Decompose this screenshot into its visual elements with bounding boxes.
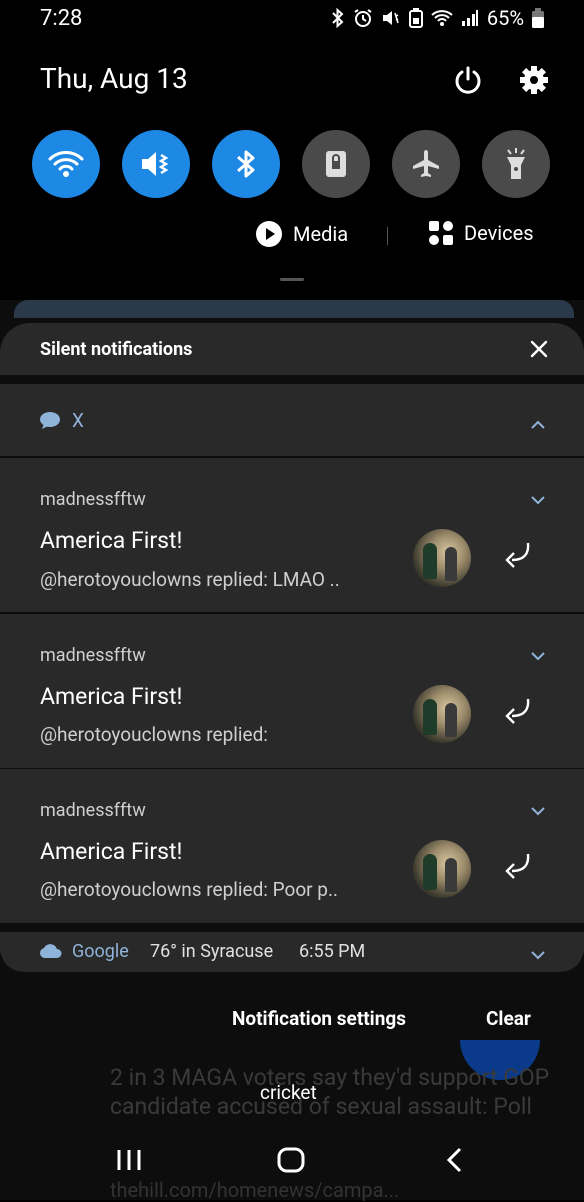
weather-text: 76° in Syracuse [150, 941, 274, 962]
notification-title: America First! [40, 683, 183, 710]
chat-bubble-icon [39, 410, 61, 434]
home-icon[interactable] [276, 1146, 306, 1174]
power-button[interactable] [448, 60, 488, 100]
background-url: thehill.com/homenews/campa... [110, 1178, 400, 1202]
flashlight-tile[interactable] [482, 130, 550, 198]
close-icon [530, 340, 548, 358]
avatar [413, 840, 471, 898]
power-icon [455, 66, 481, 94]
backdrop-strip [14, 300, 574, 318]
mute-status-icon [381, 8, 401, 28]
google-app-name: Google [72, 941, 129, 962]
x-group-header[interactable] [0, 384, 584, 456]
navigation-bar [0, 1140, 584, 1180]
media-divider [387, 227, 388, 245]
bluetooth-icon [237, 150, 255, 178]
notification-app-name: madnessfftw [40, 489, 146, 510]
silent-title: Silent notifications [40, 339, 193, 360]
avatar [413, 685, 471, 743]
panel-handle[interactable] [280, 278, 304, 281]
x-group-label: X [72, 409, 84, 432]
lock-icon [326, 151, 346, 177]
devices-label: Devices [464, 221, 534, 245]
clear-button[interactable]: Clear [486, 1007, 531, 1030]
notification-title: America First! [40, 838, 183, 865]
screen-lock-tile[interactable] [302, 130, 370, 198]
mute-icon [142, 152, 169, 176]
airplane-tile[interactable] [392, 130, 460, 198]
reply-icon[interactable] [500, 850, 536, 886]
notification-app-name: madnessfftw [40, 645, 146, 666]
reply-icon[interactable] [500, 539, 536, 575]
wifi-icon [48, 151, 84, 177]
signal-icon [461, 9, 479, 27]
flashlight-icon [507, 148, 525, 179]
wifi-status-icon [431, 9, 453, 27]
date-label: Thu, Aug 13 [40, 62, 188, 95]
sound-mute-tile[interactable] [122, 130, 190, 198]
battery-icon [532, 8, 544, 28]
devices-icon [429, 221, 453, 245]
media-label: Media [293, 222, 349, 246]
collapse-chevron-icon[interactable] [530, 415, 546, 434]
expand-chevron-icon[interactable] [530, 495, 546, 505]
settings-button[interactable] [514, 60, 554, 100]
battery-percent: 65% [486, 6, 524, 30]
expand-chevron-icon[interactable] [530, 950, 546, 960]
gear-icon [520, 66, 548, 94]
silent-close-button[interactable] [524, 334, 554, 364]
notification-app-name: madnessfftw [40, 800, 146, 821]
avatar [413, 529, 471, 587]
notification-body: @herotoyouclowns replied: LMAO .. [40, 568, 340, 591]
overlay-caption: cricket [260, 1081, 317, 1104]
wifi-tile[interactable] [32, 130, 100, 198]
reply-icon[interactable] [500, 695, 536, 731]
bluetooth-status-icon [331, 8, 345, 28]
expand-chevron-icon[interactable] [530, 651, 546, 661]
bluetooth-tile[interactable] [212, 130, 280, 198]
cloud-icon [39, 944, 62, 958]
alarm-icon [353, 8, 373, 28]
weather-time: 6:55 PM [299, 941, 366, 962]
status-time: 7:28 [40, 6, 83, 31]
notification-settings-button[interactable]: Notification settings [232, 1007, 406, 1030]
expand-chevron-icon[interactable] [530, 806, 546, 816]
media-button[interactable]: Media [255, 220, 348, 248]
play-icon [256, 221, 282, 247]
notification-body: @herotoyouclowns replied: Poor p.. [40, 878, 338, 901]
notification-body: @herotoyouclowns replied: [40, 723, 268, 746]
airplane-icon [413, 150, 439, 177]
status-icons: 65% [331, 6, 544, 30]
notification-title: America First! [40, 527, 183, 554]
devices-button[interactable]: Devices [428, 220, 534, 246]
background-headline: 2 in 3 MAGA voters say they'd support GO… [110, 1064, 550, 1120]
recents-icon[interactable] [116, 1148, 142, 1172]
battery-saver-icon [408, 8, 423, 28]
back-icon[interactable] [444, 1146, 464, 1174]
